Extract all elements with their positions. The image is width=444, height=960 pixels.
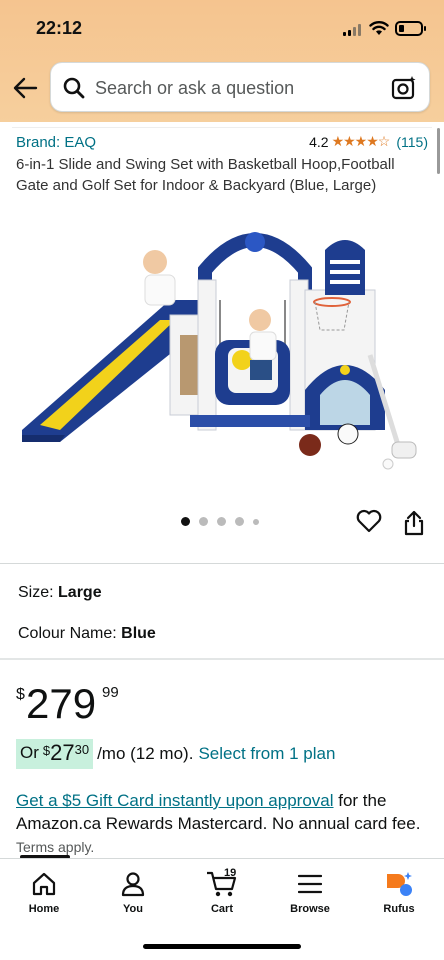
- app-header: 22:12 Search or ask a question: [0, 0, 444, 122]
- product-title: 6-in-1 Slide and Swing Set with Basketba…: [16, 156, 395, 194]
- price-whole: 279: [26, 680, 97, 727]
- installment-amount: Or $ 27 30: [16, 739, 94, 769]
- size-value: Large: [58, 584, 102, 601]
- gift-card-link[interactable]: Get a $5 Gift Card instantly upon approv…: [16, 791, 334, 810]
- status-time: 22:12: [36, 18, 83, 38]
- scrollbar[interactable]: [437, 128, 440, 174]
- tab-rufus[interactable]: Rufus: [359, 869, 439, 915]
- rating-value: 4.2: [309, 133, 329, 150]
- divider: [0, 658, 444, 660]
- installment-fraction: 30: [74, 742, 90, 757]
- star-rating-icon: ★★★★☆: [331, 133, 391, 149]
- status-bar: 22:12: [0, 14, 444, 44]
- tab-label: You: [123, 903, 143, 915]
- terms-link[interactable]: Terms apply.: [16, 839, 94, 855]
- tab-home[interactable]: Home: [4, 869, 84, 915]
- tab-label: Cart: [210, 903, 233, 915]
- rating-summary[interactable]: 4.2 ★★★★☆ (115): [309, 133, 428, 150]
- wifi-icon: [369, 21, 389, 35]
- installment-currency: $: [42, 743, 51, 758]
- review-count-link[interactable]: (115): [396, 134, 428, 150]
- carousel-dot[interactable]: [235, 517, 244, 526]
- home-indicator: [143, 944, 301, 949]
- tab-cart[interactable]: 19 Cart: [182, 867, 262, 915]
- rufus-icon: [387, 872, 412, 896]
- size-label: Size:: [18, 584, 54, 601]
- camera-icon[interactable]: [391, 75, 417, 101]
- price-fraction: 99: [102, 684, 119, 701]
- cart-count-badge: 19: [224, 867, 237, 879]
- colour-option[interactable]: Colour Name: Blue: [18, 625, 156, 643]
- installment-offer: Or $ 27 30 /mo (12 mo). Select from 1 pl…: [16, 738, 335, 770]
- back-arrow-icon[interactable]: [12, 76, 38, 100]
- tab-label: Rufus: [383, 903, 415, 915]
- search-input[interactable]: Search or ask a question: [95, 78, 294, 99]
- carousel-dot[interactable]: [217, 517, 226, 526]
- gift-card-promo: Get a $5 Gift Card instantly upon approv…: [16, 789, 434, 859]
- share-icon[interactable]: [403, 510, 425, 536]
- tab-label: Home: [28, 903, 60, 915]
- carousel-dot-active[interactable]: [181, 517, 190, 526]
- search-icon: [63, 77, 85, 99]
- tab-label: Browse: [290, 903, 330, 915]
- tab-you[interactable]: You: [93, 869, 173, 915]
- size-option[interactable]: Size: Large: [18, 584, 102, 602]
- product-image[interactable]: [20, 220, 430, 470]
- battery-icon: [395, 21, 426, 36]
- divider: [0, 563, 444, 564]
- installment-whole: 27: [50, 740, 75, 765]
- carousel-dot[interactable]: [253, 518, 259, 525]
- menu-icon: [298, 874, 322, 894]
- heart-icon[interactable]: [356, 509, 382, 533]
- brand-link[interactable]: Brand: EAQ: [16, 134, 96, 151]
- tab-browse[interactable]: Browse: [270, 869, 350, 915]
- person-icon: [121, 872, 145, 897]
- image-carousel-indicator[interactable]: [181, 517, 259, 526]
- signal-icon: [343, 24, 361, 36]
- header-divider: [12, 122, 432, 128]
- home-icon: [32, 872, 56, 896]
- price-currency: $: [16, 686, 25, 703]
- select-plan-link[interactable]: Select from 1 plan: [198, 744, 335, 764]
- carousel-dot[interactable]: [199, 517, 208, 526]
- colour-label: Colour Name:: [18, 625, 117, 642]
- colour-value: Blue: [121, 625, 156, 642]
- search-bar[interactable]: Search or ask a question: [50, 62, 430, 112]
- installment-term: /mo (12 mo).: [97, 744, 194, 763]
- installment-prefix: Or: [20, 743, 39, 762]
